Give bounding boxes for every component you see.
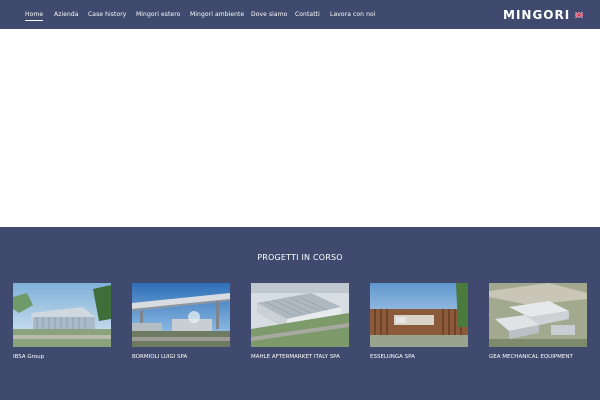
project-image-ibsa[interactable] (13, 283, 111, 347)
project-card-ibsa[interactable]: IBSA Group (13, 283, 111, 360)
uk-flag-icon[interactable] (575, 12, 583, 18)
section-title: PROGETTI IN CORSO (257, 253, 343, 262)
project-card-esselunga[interactable]: ESSELUNGA SPA (370, 283, 468, 360)
nav-contatti[interactable]: Contatti (295, 11, 320, 18)
project-label[interactable]: GEA MECHANICAL EQUIPMENT (489, 354, 573, 360)
top-navigation-bar: Home Azienda Case history Mingori estero… (0, 0, 600, 29)
projects-section: PROGETTI IN CORSO IBSA Group BORMIOLI LU… (0, 227, 600, 400)
nav-case-history[interactable]: Case history (88, 11, 126, 18)
project-label[interactable]: BORMIOLI LUIGI SPA (132, 354, 187, 360)
nav-azienda[interactable]: Azienda (54, 11, 79, 18)
project-card-bormioli[interactable]: BORMIOLI LUIGI SPA (132, 283, 230, 360)
project-label[interactable]: IBSA Group (13, 354, 44, 360)
project-image-gea[interactable] (489, 283, 587, 347)
nav-mingori-ambiente[interactable]: Mingori ambiente (190, 11, 244, 18)
project-image-esselunga[interactable] (370, 283, 468, 347)
nav-dove-siamo[interactable]: Dove siamo (251, 11, 287, 18)
nav-home[interactable]: Home (25, 11, 44, 21)
project-label[interactable]: MAHLE AFTERMARKET ITALY SPA (251, 354, 340, 360)
nav-lavora-con-noi[interactable]: Lavora con noi (330, 11, 376, 18)
project-card-mahle[interactable]: MAHLE AFTERMARKET ITALY SPA (251, 283, 349, 360)
nav-mingori-estero[interactable]: Mingori estero (136, 11, 180, 18)
project-card-gea[interactable]: GEA MECHANICAL EQUIPMENT (489, 283, 587, 360)
brand-logo[interactable]: MINGORI (503, 8, 570, 22)
project-label[interactable]: ESSELUNGA SPA (370, 354, 415, 360)
project-image-bormioli[interactable] (132, 283, 230, 347)
project-image-mahle[interactable] (251, 283, 349, 347)
hero-area (0, 29, 600, 227)
